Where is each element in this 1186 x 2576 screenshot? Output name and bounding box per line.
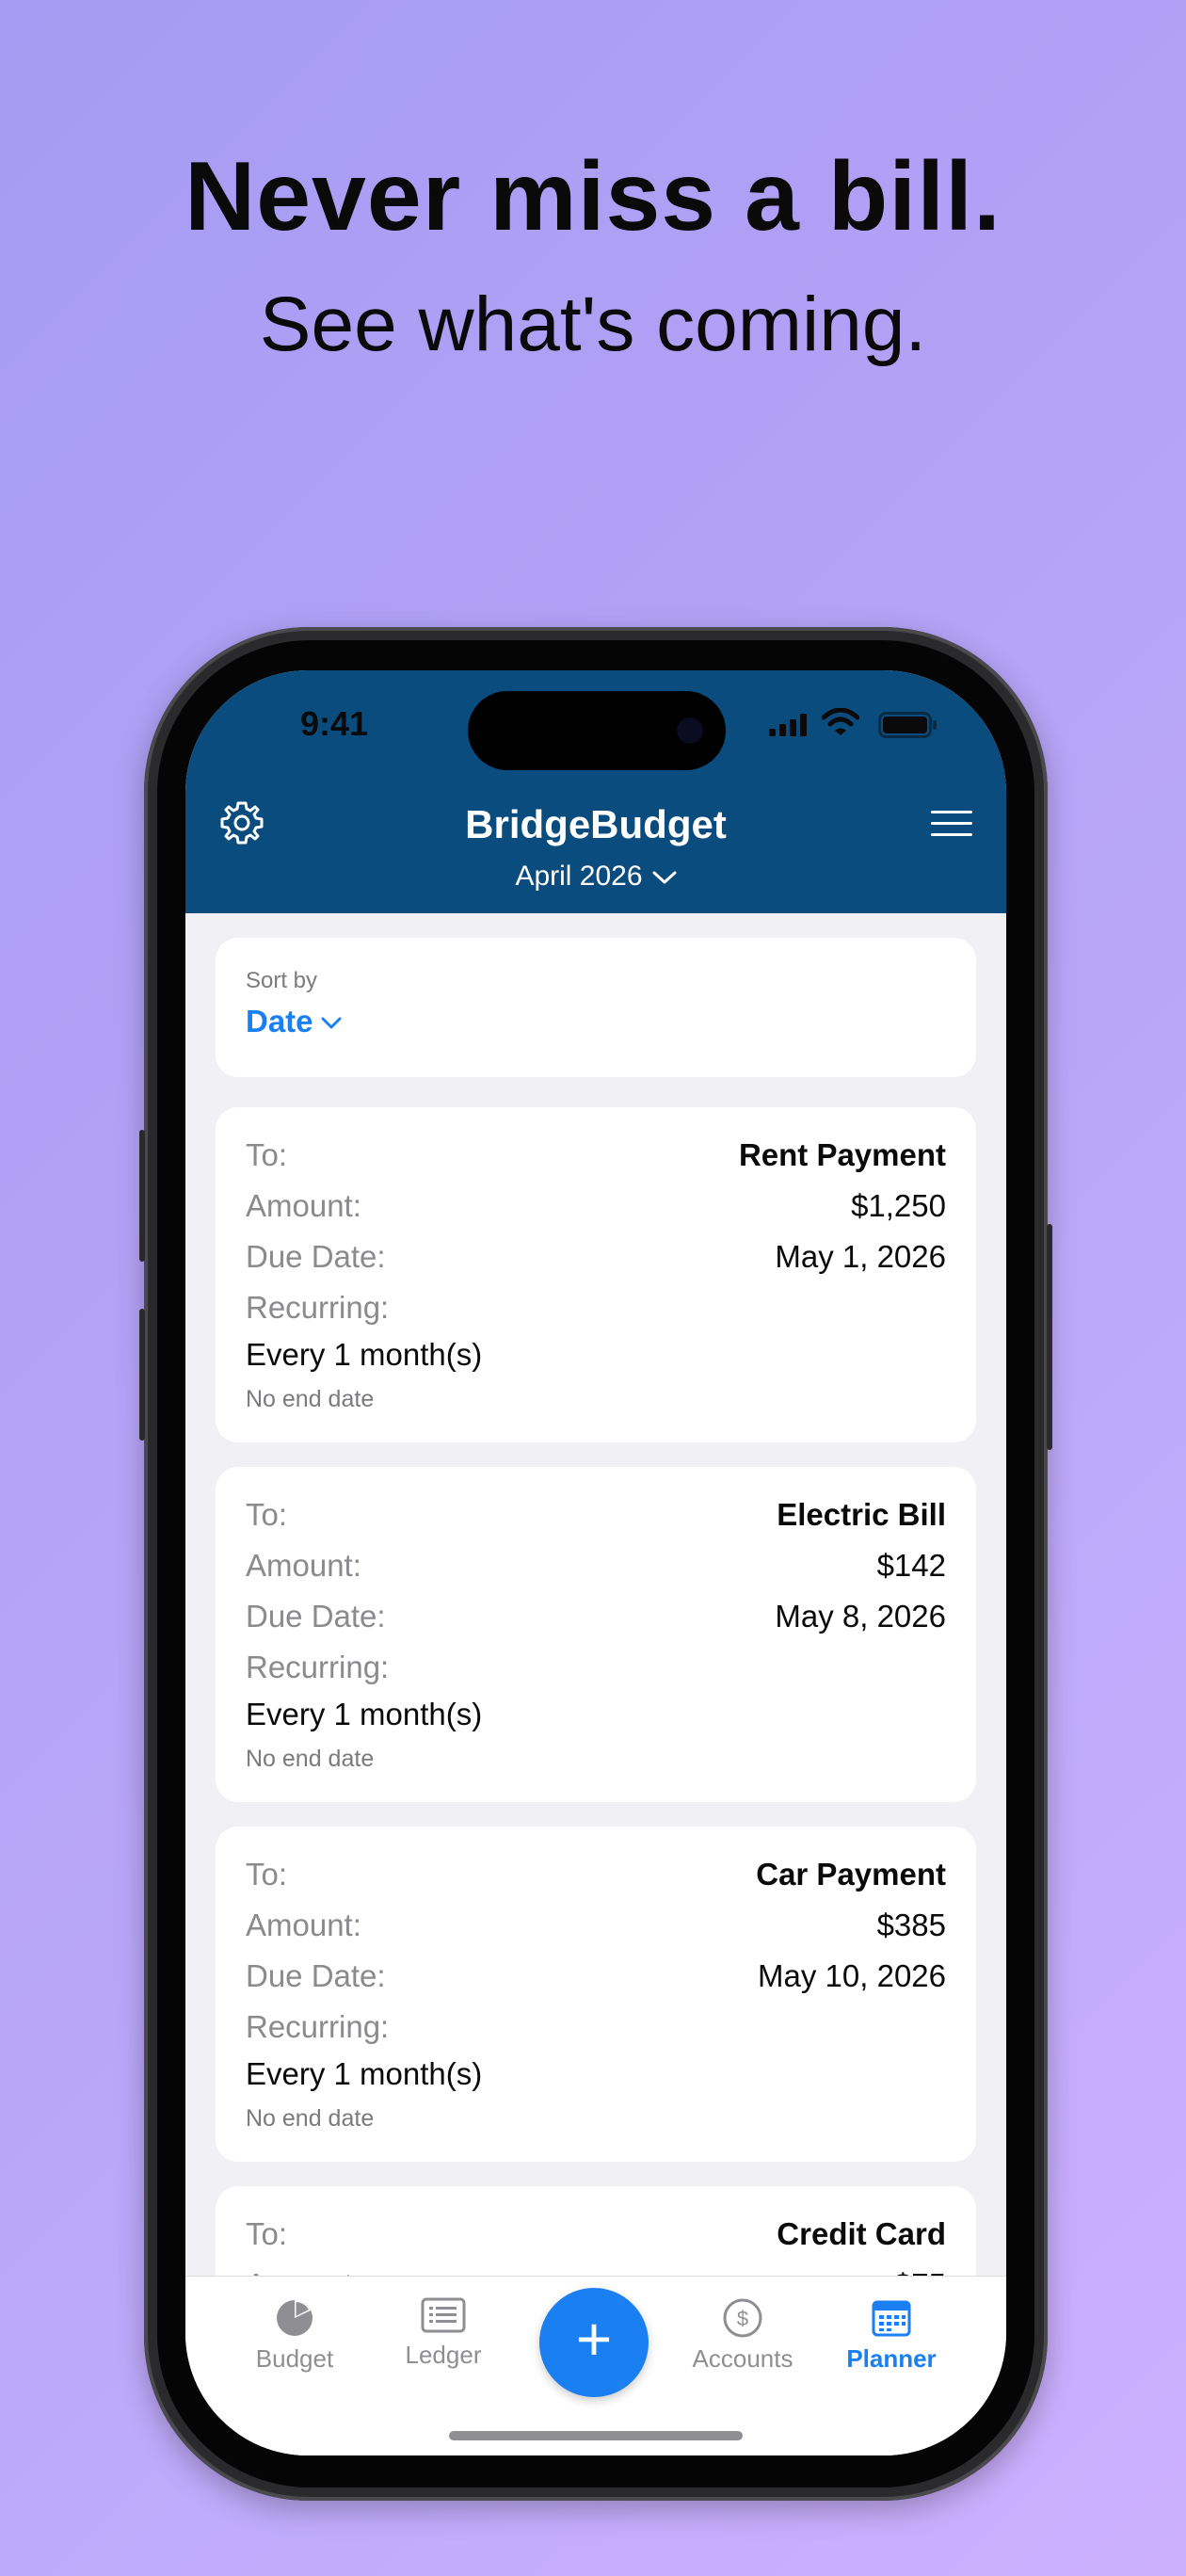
bill-card[interactable]: To: Rent Payment Amount: $1,250 Due Date: M…	[216, 1107, 976, 1442]
due-date-label: Due Date:	[246, 1599, 386, 1634]
app-title: BridgeBudget	[465, 802, 727, 846]
bill-frequency: Every 1 month(s)	[246, 2056, 483, 2091]
calendar-icon	[872, 2300, 911, 2337]
recurring-label: Recurring:	[246, 1650, 390, 1684]
bill-payee: Credit Card	[777, 2216, 946, 2251]
month-label: April 2026	[515, 861, 643, 892]
bill-due-date: May 10, 2026	[758, 1958, 946, 1993]
tab-ledger[interactable]: Ledger	[377, 2297, 509, 2370]
bill-amount: $385	[876, 1908, 946, 1942]
due-date-label: Due Date:	[246, 1239, 386, 1274]
pie-chart-icon	[277, 2300, 313, 2336]
dollar-circle-icon: $	[723, 2298, 762, 2338]
bill-end-date: No end date	[246, 2105, 375, 2132]
bill-frequency: Every 1 month(s)	[246, 1697, 483, 1731]
to-label: To:	[246, 2216, 288, 2251]
tab-budget-label: Budget	[255, 2344, 334, 2373]
menu-icon[interactable]	[931, 810, 972, 838]
amount-label: Amount:	[246, 1548, 361, 1583]
home-indicator	[449, 2431, 743, 2440]
bill-due-date: May 8, 2026	[775, 1599, 946, 1634]
bill-amount: $1,250	[851, 1188, 946, 1223]
sort-dropdown[interactable]: Date	[246, 1004, 342, 1039]
tab-planner-label: Planner	[846, 2344, 937, 2373]
to-label: To:	[246, 1857, 288, 1892]
dynamic-island	[468, 691, 726, 770]
marketing-headline: Never miss a bill.	[184, 142, 1002, 251]
app-header: 9:41 BridgeBudget April 2026	[185, 670, 1006, 913]
bill-payee: Car Payment	[756, 1857, 946, 1892]
bill-end-date: No end date	[246, 1386, 375, 1412]
tab-budget[interactable]: Budget	[229, 2297, 361, 2374]
chevron-down-icon	[652, 871, 677, 884]
month-selector[interactable]: April 2026	[185, 861, 1006, 893]
to-label: To:	[246, 1497, 288, 1532]
battery-icon	[878, 712, 937, 738]
svg-text:$: $	[737, 2307, 748, 2330]
cellular-signal-icon	[769, 714, 807, 736]
sort-label: Sort by	[246, 968, 318, 993]
tab-accounts-label: Accounts	[692, 2344, 793, 2373]
recurring-label: Recurring:	[246, 1290, 390, 1325]
bill-amount: $142	[876, 1548, 946, 1583]
marketing-subheadline: See what's coming.	[259, 282, 927, 367]
add-transaction-button[interactable]: +	[539, 2288, 649, 2397]
bill-payee: Rent Payment	[738, 1137, 946, 1172]
bill-frequency: Every 1 month(s)	[246, 1337, 483, 1372]
plus-icon: +	[575, 2304, 613, 2374]
recurring-label: Recurring:	[246, 2009, 390, 2044]
power-button	[1047, 1224, 1052, 1450]
amount-label: Amount:	[246, 1908, 361, 1942]
wifi-icon	[822, 708, 859, 735]
sort-value: Date	[246, 1004, 313, 1038]
amount-label: Amount:	[246, 1188, 361, 1223]
tab-ledger-label: Ledger	[405, 2341, 482, 2369]
sort-card: Sort by Date	[216, 938, 976, 1077]
due-date-label: Due Date:	[246, 1958, 386, 1993]
bill-payee: Electric Bill	[777, 1497, 946, 1532]
status-time: 9:41	[300, 704, 369, 743]
bill-card[interactable]: To: Electric Bill Amount: $142 Due Date: Ma…	[216, 1467, 976, 1802]
bill-end-date: No end date	[246, 1746, 375, 1772]
phone-screen: 9:41 BridgeBudget April 2026 Sort by Dat…	[185, 670, 1006, 2455]
to-label: To:	[246, 1137, 288, 1172]
tab-accounts[interactable]: $ Accounts	[677, 2297, 809, 2374]
volume-down-button	[139, 1309, 145, 1441]
tab-planner[interactable]: Planner	[825, 2297, 957, 2374]
ledger-icon	[421, 2297, 466, 2333]
bill-card[interactable]: To: Car Payment Amount: $385 Due Date: May …	[216, 1827, 976, 2162]
bill-due-date: May 1, 2026	[775, 1239, 946, 1274]
tab-bar: Budget Ledger + $ Accounts Planner	[185, 2276, 1006, 2455]
chevron-down-icon	[321, 1017, 342, 1029]
volume-up-button	[139, 1130, 145, 1262]
